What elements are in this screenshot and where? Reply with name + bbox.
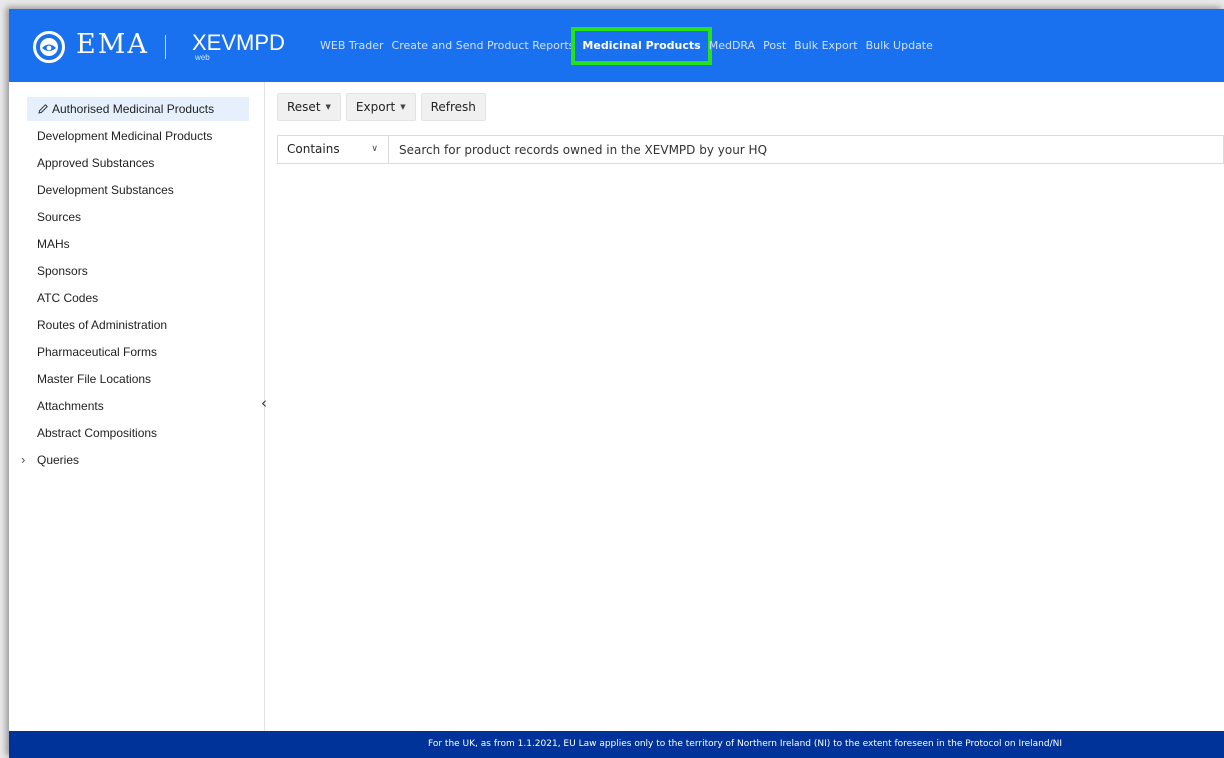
export-button[interactable]: Export ▼: [345, 93, 416, 121]
refresh-button[interactable]: Refresh: [420, 93, 486, 121]
sidebar-item-approved-substances[interactable]: Approved Substances: [27, 151, 249, 175]
nav-web-trader[interactable]: WEB Trader: [319, 37, 385, 55]
sidebar-item-pharmaceutical-forms[interactable]: Pharmaceutical Forms: [27, 340, 249, 364]
chevron-down-icon: ∨: [371, 144, 378, 154]
sidebar-item-sponsors[interactable]: Sponsors: [27, 259, 249, 283]
search-mode-value: Contains: [287, 142, 340, 156]
ema-logo-icon: [33, 31, 65, 63]
sidebar-item-attachments[interactable]: Attachments: [27, 394, 249, 418]
top-nav: WEB Trader Create and Send Product Repor…: [319, 27, 934, 65]
nav-post[interactable]: Post: [762, 37, 787, 55]
reset-button[interactable]: Reset ▼: [277, 93, 341, 121]
nav-bulk-update[interactable]: Bulk Update: [865, 37, 934, 55]
chevron-right-icon[interactable]: ›: [21, 448, 25, 472]
top-header: EMA XEVMPD web WEB Trader Create and Sen…: [9, 9, 1224, 82]
sidebar-item-development-substances[interactable]: Development Substances: [27, 178, 249, 202]
search-mode-select[interactable]: Contains ∨: [278, 136, 389, 163]
sidebar-item-atc-codes[interactable]: ATC Codes: [27, 286, 249, 310]
nav-bulk-export[interactable]: Bulk Export: [793, 37, 858, 55]
footer: For the UK, as from 1.1.2021, EU Law app…: [9, 731, 1224, 758]
nav-create-send-reports[interactable]: Create and Send Product Reports: [391, 37, 576, 55]
sidebar-item-routes-of-administration[interactable]: Routes of Administration: [27, 313, 249, 337]
search-bar: Contains ∨: [277, 135, 1224, 164]
logo-divider: [165, 35, 166, 59]
app-window: EMA XEVMPD web WEB Trader Create and Sen…: [9, 9, 1224, 758]
toolbar: Reset ▼ Export ▼ Refresh: [277, 93, 486, 121]
sidebar-collapse-icon[interactable]: ‹: [257, 393, 271, 413]
search-input[interactable]: [389, 136, 1223, 163]
sidebar-item-queries[interactable]: › Queries: [21, 448, 249, 472]
sidebar-item-authorised-medicinal-products[interactable]: Authorised Medicinal Products: [27, 97, 249, 121]
logo-text: EMA: [76, 29, 149, 60]
reset-label: Reset: [287, 100, 321, 114]
sidebar-item-sources[interactable]: Sources: [27, 205, 249, 229]
sidebar-item-master-file-locations[interactable]: Master File Locations: [27, 367, 249, 391]
export-label: Export: [355, 100, 396, 114]
nav-medicinal-products[interactable]: Medicinal Products: [571, 27, 712, 65]
sidebar-item-label: Queries: [37, 453, 80, 467]
sidebar-item-abstract-compositions[interactable]: Abstract Compositions: [27, 421, 249, 445]
caret-down-icon: ▼: [325, 103, 331, 111]
sidebar-item-label: Authorised Medicinal Products: [52, 102, 215, 116]
app-subtitle: web: [195, 53, 210, 62]
nav-meddra[interactable]: MedDRA: [708, 37, 756, 55]
caret-down-icon: ▼: [400, 103, 406, 111]
pencil-icon: [37, 99, 49, 123]
sidebar-item-mahs[interactable]: MAHs: [27, 232, 249, 256]
sidebar-item-development-medicinal-products[interactable]: Development Medicinal Products: [27, 124, 249, 148]
sidebar: Authorised Medicinal Products Developmen…: [9, 82, 265, 731]
footer-notice: For the UK, as from 1.1.2021, EU Law app…: [428, 739, 1062, 749]
